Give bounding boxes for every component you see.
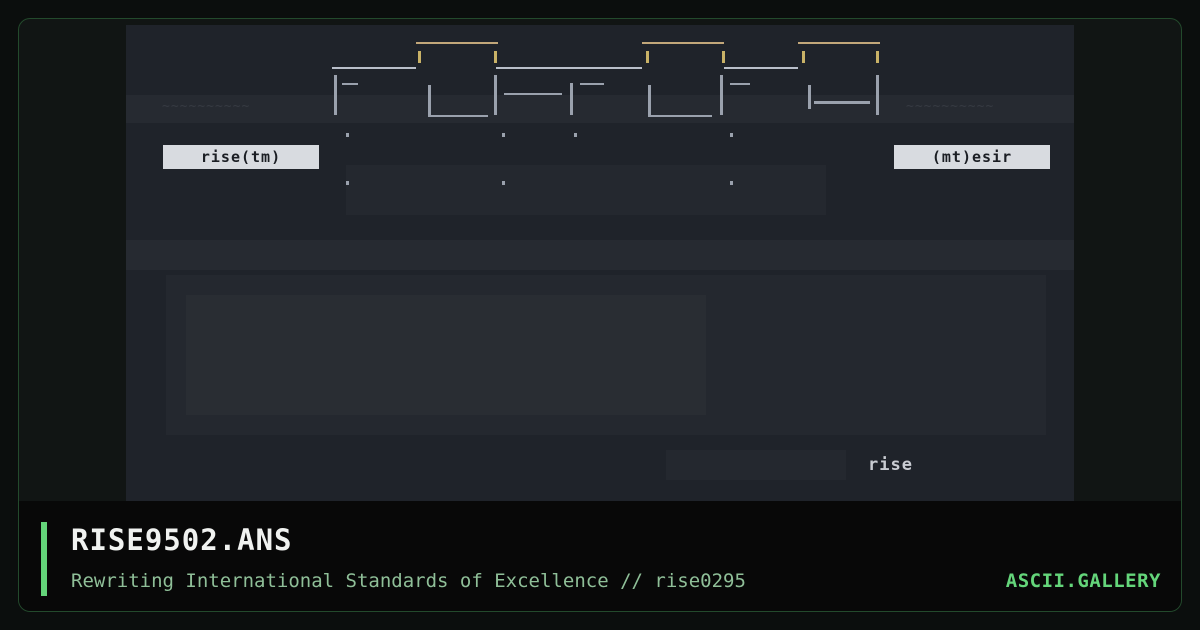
logo-dot: [730, 181, 733, 185]
logo-mark: [646, 51, 649, 63]
logo-mark: [428, 115, 488, 117]
logo-top-bar: [416, 42, 498, 44]
artwork-preview[interactable]: ~~~~~~~~~~ ~~~~~~~~~~ rise(tm) (mt)esir …: [126, 25, 1074, 501]
logo-mark: [802, 51, 805, 63]
logo-mark: [580, 83, 604, 85]
logo-bar: [332, 67, 416, 69]
logo-dot: [346, 181, 349, 185]
logo-mark: [648, 115, 712, 117]
artwork-signature: rise: [868, 455, 913, 475]
accent-bar: [41, 522, 47, 596]
logo-mark: [504, 93, 562, 95]
logo-mark: [418, 51, 421, 63]
ghost-band: [126, 240, 1074, 270]
logo-mark: [720, 75, 723, 115]
logo-mark: [722, 51, 725, 63]
ghost-block: [346, 165, 826, 215]
logo-bar: [724, 67, 798, 69]
ghost-text: ~~~~~~~~~~: [906, 99, 995, 114]
logo-mark: [808, 85, 811, 109]
logo-dot: [346, 133, 349, 137]
info-bar: RISE9502.ANS Rewriting International Sta…: [19, 501, 1181, 611]
logo-mark: [648, 85, 651, 115]
logo-mark: [334, 75, 337, 115]
label-right: (mt)esir: [894, 145, 1050, 169]
ghost-text: ~~~~~~~~~~: [162, 99, 251, 114]
site-brand[interactable]: ASCII.GALLERY: [1006, 570, 1161, 592]
logo-mark: [570, 83, 573, 115]
artwork-subtitle: Rewriting International Standards of Exc…: [71, 570, 746, 592]
logo-top-bar: [798, 42, 880, 44]
logo-bar: [496, 67, 642, 69]
logo-dot: [502, 133, 505, 137]
artwork-title: RISE9502.ANS: [71, 523, 293, 557]
logo-mark: [876, 75, 879, 115]
logo-mark: [494, 51, 497, 63]
ghost-block: [186, 295, 706, 415]
logo-dot: [502, 181, 505, 185]
ghost-block: [666, 450, 846, 480]
logo-mark: [342, 83, 358, 85]
logo-mark: [494, 75, 497, 115]
logo-mark: [428, 85, 431, 115]
logo-mark: [730, 83, 750, 85]
logo-mark: [876, 51, 879, 63]
logo-dot: [574, 133, 577, 137]
label-left: rise(tm): [163, 145, 319, 169]
logo-dot: [730, 133, 733, 137]
logo-mark: [814, 101, 870, 104]
logo-top-bar: [642, 42, 724, 44]
card-frame: ~~~~~~~~~~ ~~~~~~~~~~ rise(tm) (mt)esir …: [18, 18, 1182, 612]
